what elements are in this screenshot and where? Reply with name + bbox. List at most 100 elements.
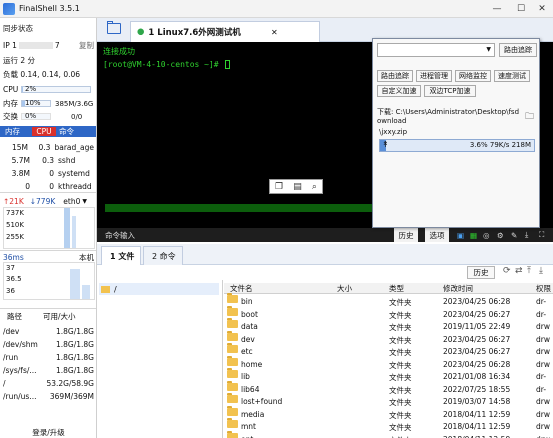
tab-linux-server[interactable]: ● 1 Linux7.6外网测试机 ✕ (130, 21, 320, 42)
net-down: ↓779K (29, 197, 56, 206)
folder-icon (227, 293, 238, 303)
file-row[interactable]: bin 文件夹 2023/04/25 06:28 dr- (224, 293, 553, 308)
file-row[interactable]: lib 文件夹 2021/01/08 16:34 dr- (224, 368, 553, 383)
file-mtime: 2023/04/25 06:27 (443, 309, 511, 319)
file-perm: drw (536, 347, 550, 356)
folder-open-icon[interactable] (107, 21, 121, 34)
folder-icon (227, 305, 238, 316)
latency-tick-2: 36.5 (6, 275, 22, 283)
toolbar-icon-4[interactable]: ⚙ (497, 231, 504, 240)
file-row[interactable]: home 文件夹 2023/04/25 06:28 drw (224, 355, 553, 371)
options-button[interactable]: 选项 (425, 228, 449, 242)
refresh-icon[interactable]: ⟳ (503, 266, 511, 276)
process-row[interactable]: 0 0 kthreadd (0, 181, 94, 192)
col-size[interactable]: 大小 (337, 283, 352, 294)
folder-icon[interactable]: 🗀 (525, 109, 537, 122)
upload-icon[interactable]: ⤒ (527, 266, 531, 276)
file-type: 文件夹 (389, 398, 412, 407)
paste-icon[interactable]: ▤ (293, 182, 302, 192)
disk-size: 53.2G/58.9G (46, 379, 94, 388)
tcp-accel-button[interactable]: 双边TCP加速 (424, 85, 476, 97)
disk-row: /run/us... 369M/369M (3, 391, 94, 402)
process-mem: 3.8M (11, 169, 30, 178)
file-row[interactable]: lost+found 文件夹 2019/03/07 14:58 drw (224, 393, 553, 408)
copy-ip-button[interactable]: 复制 (79, 40, 94, 51)
route-trace-tool-button[interactable]: 路由追踪 (377, 70, 413, 82)
col-mtime[interactable]: 修改时间 (443, 283, 473, 294)
disk-path: /sys/fs/... (3, 366, 37, 375)
download-progress: ↟ 3.6% 79K/s 218M (379, 139, 535, 152)
toolbar-icon-5[interactable]: ✎ (511, 231, 517, 240)
chevron-down-icon[interactable]: ▼ (82, 198, 87, 205)
file-row[interactable]: opt 文件夹 2018/04/11 12:59 drw (224, 430, 553, 438)
net-graph-bar (64, 208, 70, 248)
sync-icon[interactable]: ⇄ (515, 266, 523, 276)
tab-close-icon[interactable]: ✕ (271, 28, 278, 37)
tools-popup: ▼ 路由追踪 路由追踪 进程管理 网络监控 速度测试 自定义加速 双边TCP加速… (372, 38, 540, 228)
col-name[interactable]: 文件名 (230, 283, 253, 294)
file-row[interactable]: mnt 文件夹 2018/04/11 12:59 drw (224, 418, 553, 433)
proc-head-cmd[interactable]: 命令 (56, 126, 74, 137)
toolbar-icon-7[interactable]: ⛶ (539, 230, 544, 240)
close-icon[interactable]: ✕ (530, 0, 553, 18)
process-row[interactable]: 3.8M 0 systemd (0, 168, 94, 179)
file-name: data (241, 322, 258, 331)
process-cpu: 0.3 (42, 156, 54, 165)
col-perm[interactable]: 权限 (536, 283, 551, 294)
terminal-scrollbar[interactable] (105, 204, 375, 212)
network-monitor-button[interactable]: 网络监控 (455, 70, 491, 82)
file-row[interactable]: dev 文件夹 2023/04/25 06:27 drw (224, 330, 553, 346)
disk-size: 1.8G/1.8G (55, 327, 94, 336)
process-manager-button[interactable]: 进程管理 (416, 70, 452, 82)
process-row[interactable]: 15M 0.3 barad_age (0, 142, 94, 153)
download-arrow-icon: ↟ (382, 140, 389, 149)
file-type: 文件夹 (389, 360, 412, 370)
file-row[interactable]: media 文件夹 2018/04/11 12:59 drw (224, 405, 553, 421)
file-row[interactable]: lib64 文件夹 2022/07/25 18:55 dr- (224, 380, 553, 396)
proc-head-cpu[interactable]: CPU (32, 127, 56, 136)
file-row[interactable]: boot 文件夹 2023/04/25 06:27 dr- (224, 305, 553, 321)
folder-icon (227, 330, 238, 341)
file-name: etc (241, 347, 253, 356)
file-row[interactable]: etc 文件夹 2023/04/25 06:27 drw (224, 343, 553, 358)
toolbar-icon-3[interactable]: ◎ (483, 231, 490, 240)
toolbar-icon-1[interactable]: ▣ (457, 231, 464, 240)
divider (0, 250, 96, 251)
load-average: 负载 0.14, 0.14, 0.06 (3, 70, 81, 79)
route-target-select[interactable]: ▼ (377, 43, 495, 57)
process-cpu: 0.3 (38, 143, 51, 152)
search-icon[interactable]: ⌕ (312, 182, 317, 192)
folder-icon (227, 405, 238, 416)
tab-files[interactable]: 1 文件 (101, 246, 141, 265)
file-history-button[interactable]: 历史 (467, 266, 495, 279)
login-upgrade-link[interactable]: 登录/升级 (3, 427, 94, 438)
terminal-prompt: [root@VM-4-10-centos ~]# (103, 60, 231, 69)
toolbar-icon-6[interactable]: ⤓ (525, 230, 528, 240)
speed-test-button[interactable]: 速度测试 (494, 70, 530, 82)
process-row[interactable]: 5.7M 0.3 sshd (0, 155, 94, 166)
copy-icon[interactable]: ❐ (275, 182, 283, 192)
process-cmd: sshd (58, 156, 76, 165)
minimize-icon[interactable]: — (485, 0, 509, 18)
command-input[interactable]: 命令输入 (105, 230, 135, 241)
custom-accel-button[interactable]: 自定义加速 (377, 85, 421, 97)
col-type[interactable]: 类型 (389, 283, 404, 294)
tab-commands[interactable]: 2 命令 (143, 246, 183, 265)
latency-graph-bar (70, 269, 80, 299)
file-list-header: 文件名 大小 类型 修改时间 权限 (224, 283, 553, 294)
file-name: bin (241, 297, 253, 306)
net-iface[interactable]: eth0 (63, 197, 80, 206)
proc-head-mem[interactable]: 内存 (0, 126, 32, 137)
history-button[interactable]: 历史 (394, 228, 418, 242)
file-name: lib (241, 372, 250, 381)
swap-value: 0/0 (71, 112, 83, 121)
divider (0, 308, 96, 309)
toolbar-icon-2[interactable]: ▦ (470, 231, 477, 240)
file-row[interactable]: data 文件夹 2019/11/05 22:49 drw (224, 318, 553, 333)
cpu-row: CPU 2% (3, 84, 94, 95)
cpu-bar: 2% (21, 85, 91, 93)
file-mtime: 2019/03/07 14:58 (443, 397, 511, 406)
download-icon[interactable]: ⤓ (539, 266, 543, 276)
route-trace-button[interactable]: 路由追踪 (499, 43, 537, 57)
tree-root[interactable]: / (99, 283, 219, 295)
